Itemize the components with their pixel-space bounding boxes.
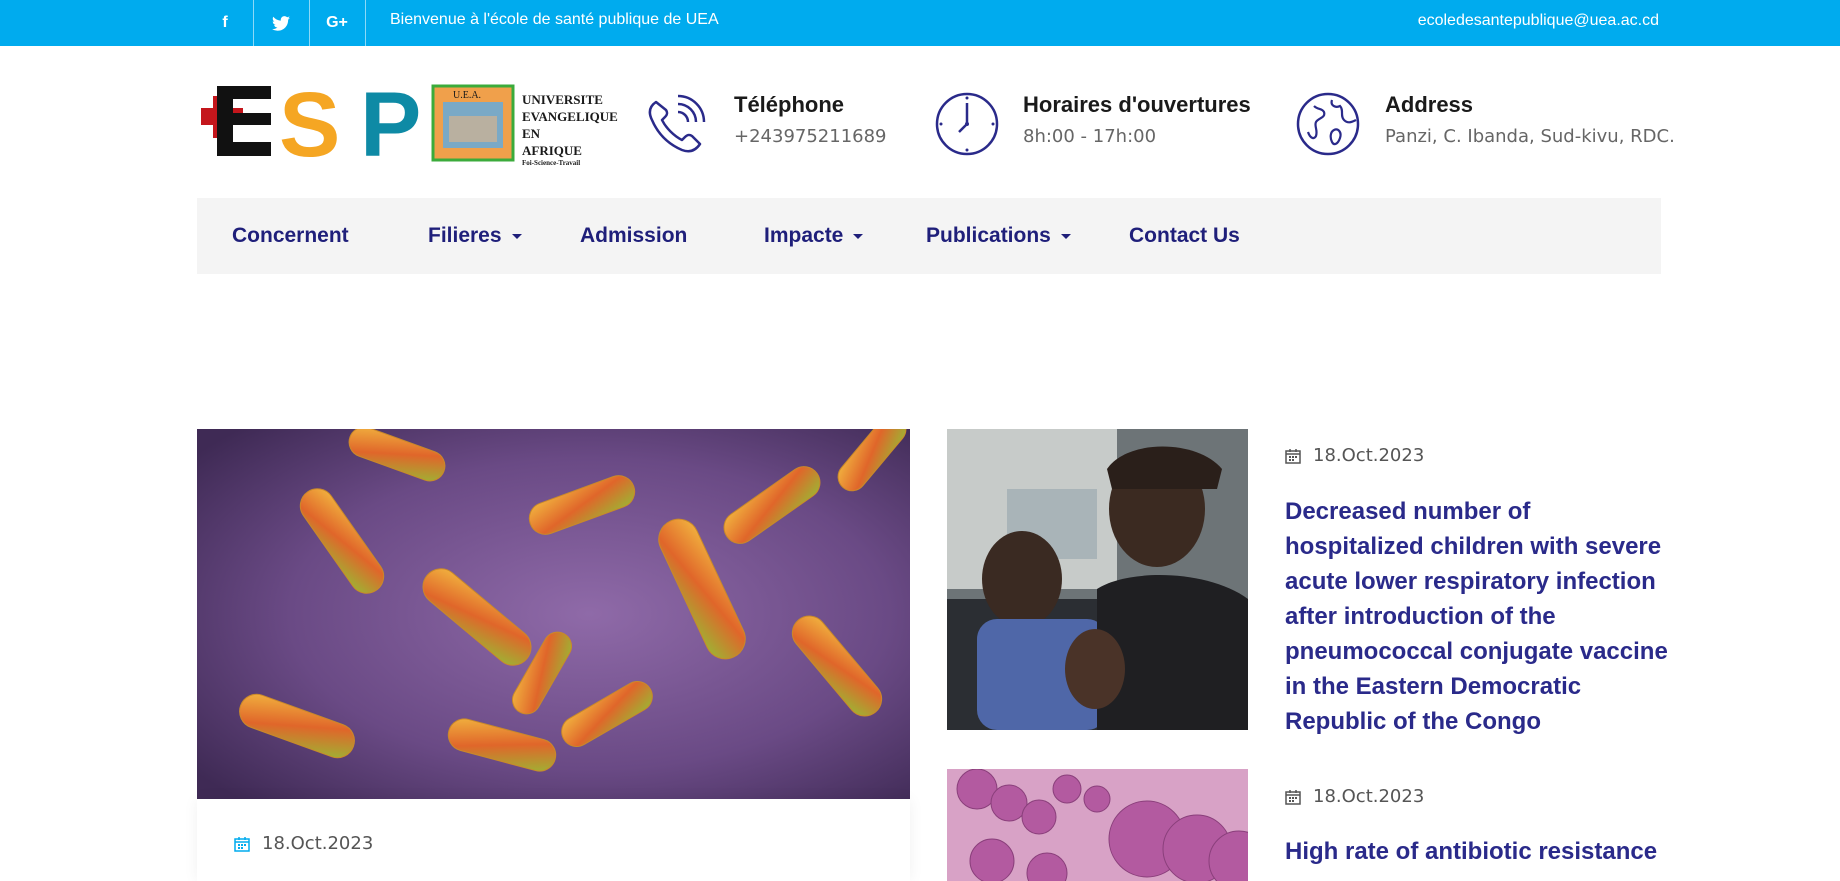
nav-item-concernent[interactable]: Concernent <box>232 198 349 274</box>
svg-text:P: P <box>360 82 421 164</box>
hours-title: Horaires d'ouvertures <box>1023 92 1251 117</box>
main-nav: Concernent Filieres Admission Impacte Pu… <box>197 198 1661 274</box>
clock-icon <box>935 92 999 156</box>
mother-child-photo <box>947 429 1248 730</box>
featured-post-date: 18.Oct.2023 <box>234 833 373 854</box>
phone-icon <box>648 94 706 153</box>
chevron-down-icon <box>511 233 522 239</box>
nav-item-filieres[interactable]: Filieres <box>428 198 522 274</box>
address-value: Panzi, C. Ibanda, Sud-kivu, RDC. <box>1385 126 1675 147</box>
post-title-link[interactable]: High rate of antibiotic resistance <box>1285 834 1675 869</box>
address-title: Address <box>1385 92 1474 117</box>
post-thumbnail[interactable] <box>947 769 1248 881</box>
calendar-icon <box>1285 789 1301 805</box>
calendar-icon <box>1285 448 1301 464</box>
chevron-down-icon <box>1060 233 1071 239</box>
bacteria-thumbnail <box>947 769 1248 881</box>
phone-title: Téléphone <box>734 92 845 117</box>
calendar-icon <box>234 836 250 852</box>
uea-name: UNIVERSITE EVANGELIQUE EN AFRIQUE Foi-Sc… <box>522 92 618 167</box>
nav-item-publications[interactable]: Publications <box>926 198 1071 274</box>
bacteria-illustration <box>197 429 910 799</box>
chevron-down-icon <box>853 233 864 239</box>
featured-post-image[interactable] <box>197 429 910 799</box>
welcome-text: Bienvenue à l'école de santé publique de… <box>390 11 719 28</box>
svg-text:S: S <box>279 82 340 164</box>
top-bar: f t G+ Bienvenue à l'école de santé publ… <box>0 0 1840 46</box>
post-date: 18.Oct.2023 <box>1285 786 1424 807</box>
hours-value: 8h:00 - 17h:00 <box>1023 126 1157 147</box>
post-thumbnail[interactable] <box>947 429 1248 730</box>
google-plus-icon[interactable]: G+ <box>309 0 366 46</box>
globe-icon <box>1296 92 1360 156</box>
phone-value[interactable]: +243975211689 <box>734 126 887 147</box>
site-logo[interactable]: S P U.E.A. UNIVERSITE EVANGELIQUE EN AFR… <box>197 74 637 176</box>
nav-item-impacte[interactable]: Impacte <box>764 198 864 274</box>
facebook-icon[interactable]: f <box>197 0 254 46</box>
featured-post-card: 18.Oct.2023 <box>197 799 910 881</box>
post-title-link[interactable]: Decreased number of hospitalized childre… <box>1285 494 1675 739</box>
post-date: 18.Oct.2023 <box>1285 445 1424 466</box>
nav-item-admission[interactable]: Admission <box>580 198 687 274</box>
svg-text:U.E.A.: U.E.A. <box>453 90 481 101</box>
nav-item-contact-us[interactable]: Contact Us <box>1129 198 1240 274</box>
twitter-icon[interactable]: t <box>253 0 310 46</box>
email-link[interactable]: ecoledesantepublique@uea.ac.cd <box>1418 0 1659 42</box>
